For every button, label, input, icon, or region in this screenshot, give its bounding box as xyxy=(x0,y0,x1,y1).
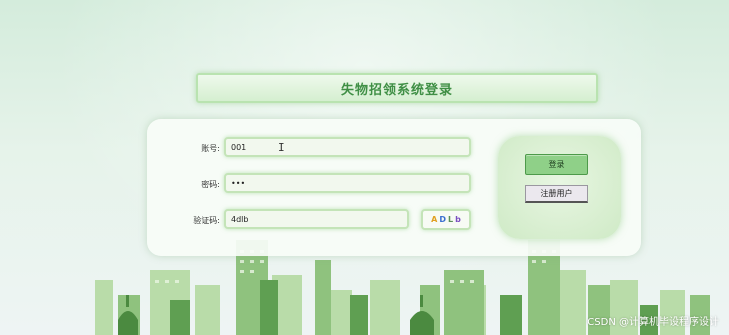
password-label: 密码: xyxy=(201,180,220,189)
login-button[interactable]: 登录 xyxy=(525,154,588,175)
text-cursor-icon: I xyxy=(278,141,285,154)
captcha-label: 验证码: xyxy=(193,216,220,225)
captcha-char: L xyxy=(448,215,454,224)
account-label: 账号: xyxy=(201,144,220,153)
captcha-image[interactable]: A D L b xyxy=(421,209,471,230)
captcha-char: A xyxy=(431,215,438,224)
captcha-char: D xyxy=(439,215,446,224)
captcha-char: b xyxy=(455,215,461,224)
register-button[interactable]: 注册用户 xyxy=(525,185,588,203)
password-input[interactable]: ••• xyxy=(224,173,471,193)
captcha-input[interactable]: 4dlb xyxy=(224,209,409,229)
account-input[interactable]: 001 xyxy=(224,137,471,157)
page-title: 失物招领系统登录 xyxy=(196,73,598,103)
watermark: CSDN @计算机毕设程序设计 xyxy=(587,317,719,328)
